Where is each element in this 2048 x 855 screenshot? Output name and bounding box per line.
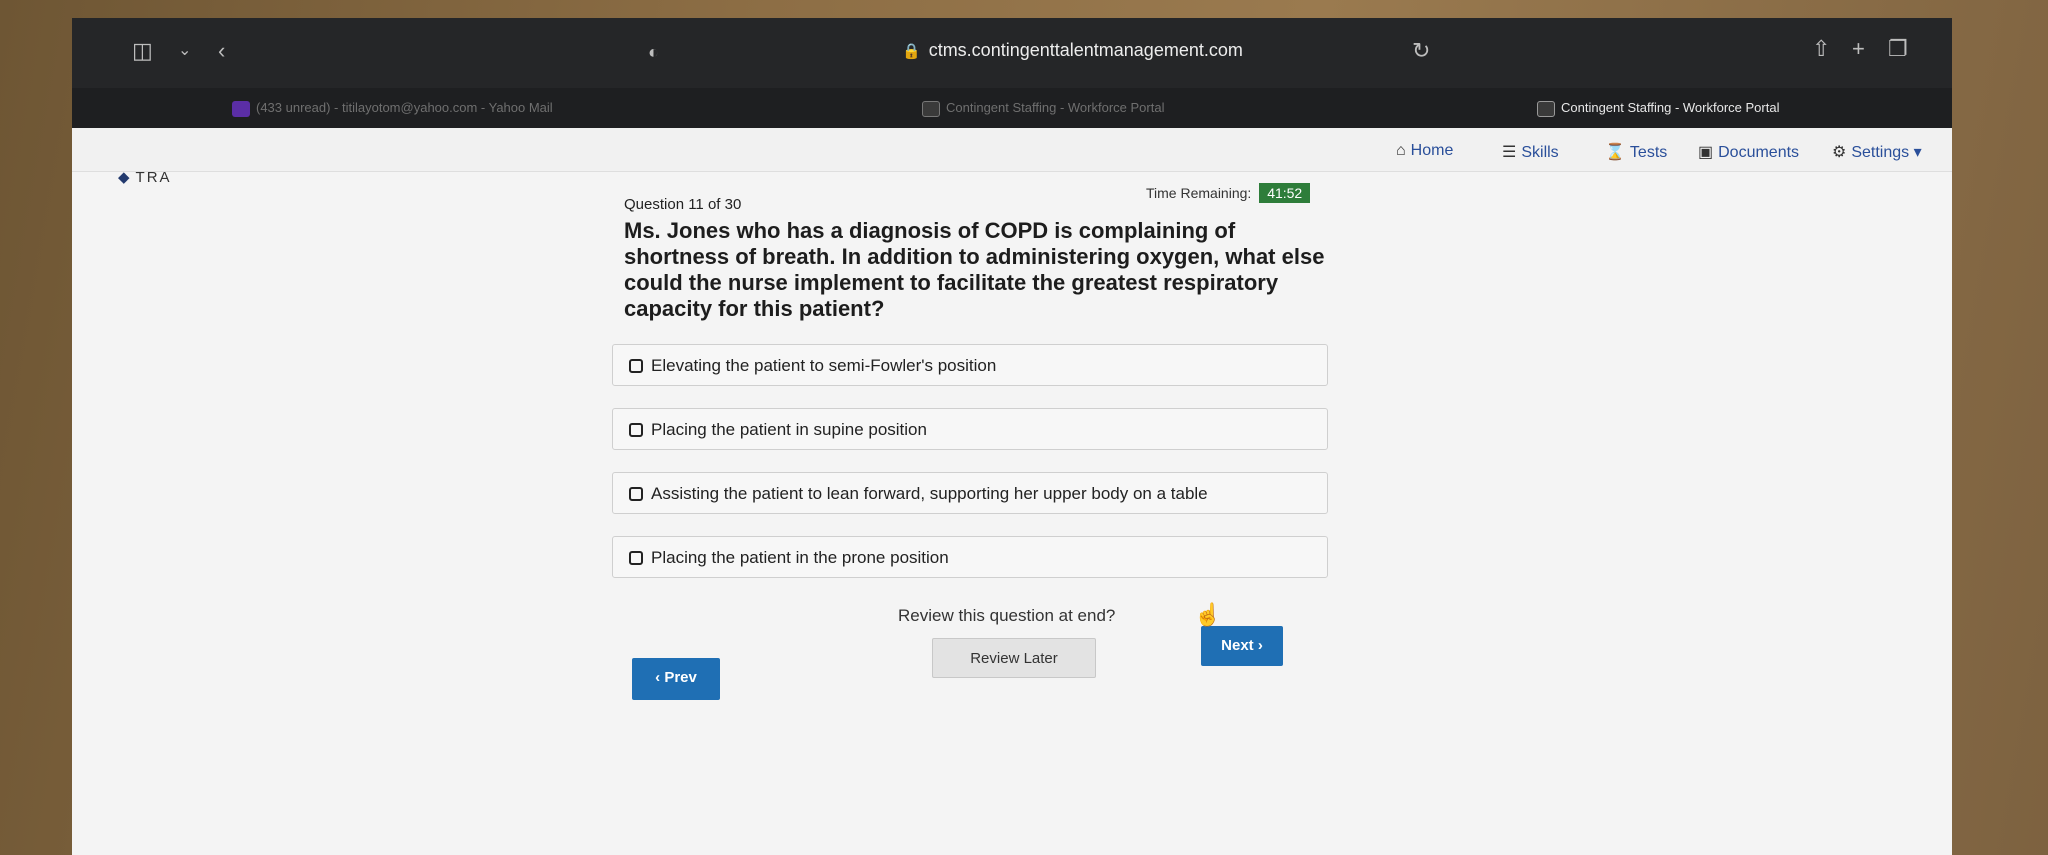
prev-label: Prev — [664, 669, 697, 686]
nav-home[interactable]: ⌂ Home — [1396, 142, 1453, 160]
portal-favicon-icon — [922, 100, 940, 117]
tab-label: (433 unread) - titilayotom@yahoo.com - Y… — [256, 100, 553, 115]
tab-workforce-portal-2[interactable]: Contingent Staffing - Workforce Portal — [1537, 100, 1779, 117]
hourglass-icon: ⌛ — [1605, 144, 1625, 161]
nav-settings-label: Settings — [1851, 144, 1910, 161]
privacy-shield-icon[interactable]: ◐ — [648, 42, 659, 63]
option-label: Placing the patient in supine position — [651, 420, 927, 439]
next-button[interactable]: Next › — [1201, 626, 1283, 666]
tab-overview-icon[interactable]: ❐ — [1888, 36, 1908, 62]
portal-favicon-icon — [1537, 100, 1555, 117]
folder-icon: ▣ — [1698, 144, 1714, 161]
radio-button[interactable] — [629, 551, 643, 565]
prev-button[interactable]: ‹ Prev — [632, 658, 720, 700]
radio-button[interactable] — [629, 359, 643, 373]
caret-down-icon: ▾ — [1913, 144, 1922, 161]
question-text: Ms. Jones who has a diagnosis of COPD is… — [624, 218, 1325, 321]
chevron-right-icon: › — [1257, 637, 1263, 654]
browser-toolbar: ◫ ⌄ ‹ ◐ 🔒 ctms.contingenttalentmanagement… — [72, 18, 1952, 88]
list-icon: ☰ — [1502, 144, 1517, 161]
answer-option-3[interactable]: Assisting the patient to lean forward, s… — [612, 472, 1328, 514]
address-bar[interactable]: 🔒 ctms.contingenttalentmanagement.com — [902, 40, 1243, 61]
new-tab-icon[interactable]: + — [1852, 36, 1865, 62]
review-prompt: Review this question at end? — [898, 606, 1116, 625]
gear-icon: ⚙ — [1832, 144, 1847, 161]
chevron-left-icon: ‹ — [655, 669, 661, 686]
option-label: Elevating the patient to semi-Fowler's p… — [651, 356, 997, 375]
answer-option-1[interactable]: Elevating the patient to semi-Fowler's p… — [612, 344, 1328, 386]
site-nav: ⌂ Home ☰ Skills ⌛ Tests ▣ Documents ⚙ Setting… — [72, 128, 1952, 172]
nav-tests[interactable]: ⌛ Tests — [1605, 142, 1667, 162]
nav-home-label: Home — [1410, 142, 1454, 159]
review-later-button[interactable]: Review Later — [932, 638, 1096, 678]
option-label: Placing the patient in the prone positio… — [651, 548, 949, 567]
tab-label: Contingent Staffing - Workforce Portal — [1561, 100, 1780, 115]
radio-button[interactable] — [629, 423, 643, 437]
reload-icon[interactable]: ↻ — [1412, 38, 1430, 64]
question-number: Question 11 of 30 — [624, 196, 742, 213]
tab-bar: (433 unread) - titilayotom@yahoo.com - Y… — [72, 88, 1952, 128]
option-label: Assisting the patient to lean forward, s… — [651, 484, 1208, 503]
laptop-screen: ◫ ⌄ ‹ ◐ 🔒 ctms.contingenttalentmanagement… — [72, 18, 1952, 855]
nav-skills[interactable]: ☰ Skills — [1502, 142, 1559, 162]
time-remaining: Time Remaining: 41:52 — [1146, 183, 1311, 203]
tab-label: Contingent Staffing - Workforce Portal — [946, 100, 1165, 115]
arrows-logo-icon: ◆ — [118, 169, 132, 186]
url-text: ctms.contingenttalentmanagement.com — [928, 40, 1243, 60]
logo-text: TRA — [135, 169, 172, 186]
nav-skills-label: Skills — [1521, 144, 1559, 161]
hand-cursor-icon: ☝ — [1194, 602, 1222, 627]
chevron-down-icon[interactable]: ⌄ — [178, 40, 191, 60]
home-icon: ⌂ — [1396, 142, 1406, 159]
time-badge: 41:52 — [1259, 183, 1311, 203]
tab-workforce-portal-1[interactable]: Contingent Staffing - Workforce Portal — [922, 100, 1164, 117]
nav-settings[interactable]: ⚙ Settings ▾ — [1832, 142, 1922, 162]
answer-option-4[interactable]: Placing the patient in the prone positio… — [612, 536, 1328, 578]
next-label: Next — [1221, 637, 1254, 654]
answer-option-2[interactable]: Placing the patient in supine position — [612, 408, 1328, 450]
nav-documents[interactable]: ▣ Documents — [1698, 142, 1799, 162]
mail-icon — [232, 100, 250, 117]
nav-tests-label: Tests — [1629, 144, 1668, 161]
time-label: Time Remaining: — [1146, 185, 1252, 201]
tra-logo: ◆ TRA — [118, 168, 172, 186]
sidebar-icon[interactable]: ◫ — [132, 38, 153, 64]
lock-icon: 🔒 — [902, 43, 921, 60]
nav-documents-label: Documents — [1718, 144, 1800, 161]
share-icon[interactable]: ⇧ — [1812, 36, 1830, 62]
tab-yahoo-mail[interactable]: (433 unread) - titilayotom@yahoo.com - Y… — [232, 100, 553, 117]
back-icon[interactable]: ‹ — [218, 38, 225, 64]
radio-button[interactable] — [629, 487, 643, 501]
